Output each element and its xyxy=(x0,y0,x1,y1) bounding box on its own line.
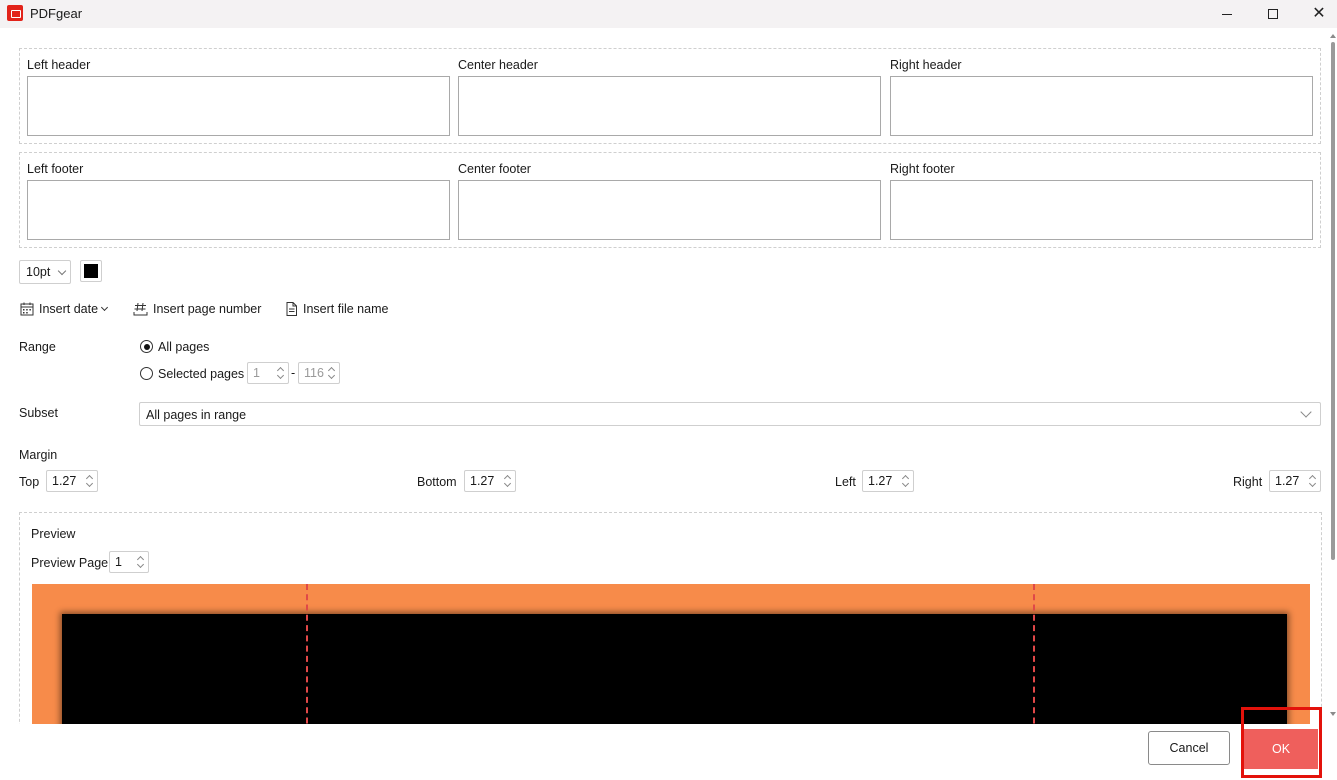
pdfgear-logo-icon xyxy=(7,5,23,21)
window-title: PDFgear xyxy=(30,6,83,21)
subset-dropdown[interactable]: All pages in range xyxy=(139,402,1321,426)
insert-file-name-label: Insert file name xyxy=(303,302,389,316)
left-header-label: Left header xyxy=(27,58,91,72)
stepper-arrows-icon[interactable] xyxy=(327,365,336,381)
selected-pages-radio[interactable] xyxy=(140,367,153,380)
dialog-footer xyxy=(0,724,1337,780)
chevron-down-icon xyxy=(57,266,67,276)
margin-right-stepper[interactable]: 1.27 xyxy=(1269,470,1321,492)
ok-button[interactable]: OK xyxy=(1244,729,1318,769)
insert-date-label: Insert date xyxy=(39,302,99,316)
insert-file-name-button[interactable]: Insert file name xyxy=(285,300,388,318)
stepper-arrows-icon[interactable] xyxy=(1308,473,1317,489)
all-pages-label[interactable]: All pages xyxy=(158,340,209,354)
stepper-arrows-icon[interactable] xyxy=(901,473,910,489)
chevron-down-icon xyxy=(101,303,109,312)
stepper-arrows-icon[interactable] xyxy=(276,365,285,381)
preview-page-label: Preview Page xyxy=(31,556,109,570)
margin-top-label: Top xyxy=(19,475,40,489)
stepper-arrows-icon[interactable] xyxy=(136,554,145,570)
right-header-label: Right header xyxy=(890,58,962,72)
scroll-up-arrow-icon[interactable] xyxy=(1330,34,1336,38)
right-header-input[interactable] xyxy=(890,76,1313,136)
stepper-arrows-icon[interactable] xyxy=(85,473,94,489)
center-footer-label: Center footer xyxy=(458,162,531,176)
font-size-dropdown[interactable]: 10pt xyxy=(19,260,71,284)
subset-value: All pages in range xyxy=(146,408,247,422)
right-footer-label: Right footer xyxy=(890,162,955,176)
header-footer-settings-panel: Left header Center header Right header L… xyxy=(0,28,1330,724)
margin-bottom-stepper[interactable]: 1.27 xyxy=(464,470,516,492)
maximize-button[interactable] xyxy=(1250,0,1296,28)
margin-bottom-label: Bottom xyxy=(417,475,457,489)
file-icon xyxy=(286,302,297,316)
range-label: Range xyxy=(19,340,56,354)
insert-date-button[interactable]: Insert date xyxy=(20,300,109,318)
margin-left-value: 1.27 xyxy=(868,474,893,488)
scrollbar-thumb[interactable] xyxy=(1331,42,1335,560)
page-number-icon xyxy=(133,302,148,316)
preview-page-stepper[interactable]: 1 xyxy=(109,551,149,573)
stepper-arrows-icon[interactable] xyxy=(503,473,512,489)
insert-page-number-button[interactable]: Insert page number xyxy=(133,300,261,318)
all-pages-radio[interactable] xyxy=(140,340,153,353)
margin-top-value: 1.27 xyxy=(52,474,77,488)
page-range-from-stepper[interactable]: 1 xyxy=(247,362,289,384)
preview-right-guide-line xyxy=(1033,584,1035,724)
cancel-button[interactable]: Cancel xyxy=(1148,731,1230,765)
center-header-label: Center header xyxy=(458,58,538,72)
page-range-to-stepper[interactable]: 116 xyxy=(298,362,340,384)
selected-pages-label[interactable]: Selected pages xyxy=(158,367,244,381)
center-header-input[interactable] xyxy=(458,76,881,136)
scroll-down-arrow-icon[interactable] xyxy=(1330,712,1336,716)
vertical-scrollbar[interactable] xyxy=(1329,28,1337,724)
preview-section: Preview Preview Page 1 xyxy=(19,512,1322,724)
margin-label: Margin xyxy=(19,448,58,462)
preview-label: Preview xyxy=(31,527,76,541)
header-group: Left header Center header Right header xyxy=(19,48,1321,144)
minimize-button[interactable] xyxy=(1204,0,1250,28)
preview-canvas xyxy=(32,584,1310,724)
page-range-to-value: 116 xyxy=(304,366,324,380)
preview-page-image xyxy=(62,614,1287,724)
left-footer-label: Left footer xyxy=(27,162,84,176)
preview-page-value: 1 xyxy=(115,555,122,569)
page-range-from-value: 1 xyxy=(253,366,260,380)
left-header-input[interactable] xyxy=(27,76,450,136)
text-color-swatch xyxy=(84,264,98,278)
close-icon: ✕ xyxy=(1312,5,1326,22)
maximize-icon xyxy=(1268,9,1278,19)
font-size-value: 10pt xyxy=(26,265,51,279)
title-bar: PDFgear ✕ xyxy=(0,0,1337,28)
page-range-separator: - xyxy=(291,366,296,380)
insert-page-number-label: Insert page number xyxy=(153,302,262,316)
margin-right-label: Right xyxy=(1233,475,1263,489)
subset-label: Subset xyxy=(19,406,58,420)
margin-left-label: Left xyxy=(835,475,856,489)
left-footer-input[interactable] xyxy=(27,180,450,240)
minimize-icon xyxy=(1222,13,1232,15)
center-footer-input[interactable] xyxy=(458,180,881,240)
text-color-picker[interactable] xyxy=(80,260,102,282)
margin-left-stepper[interactable]: 1.27 xyxy=(862,470,914,492)
right-footer-input[interactable] xyxy=(890,180,1313,240)
preview-left-guide-line xyxy=(306,584,308,724)
margin-bottom-value: 1.27 xyxy=(470,474,495,488)
footer-group: Left footer Center footer Right footer xyxy=(19,152,1321,248)
calendar-icon xyxy=(20,302,34,316)
chevron-down-icon xyxy=(1300,406,1312,418)
margin-right-value: 1.27 xyxy=(1275,474,1300,488)
close-button[interactable]: ✕ xyxy=(1296,0,1337,28)
margin-top-stepper[interactable]: 1.27 xyxy=(46,470,98,492)
